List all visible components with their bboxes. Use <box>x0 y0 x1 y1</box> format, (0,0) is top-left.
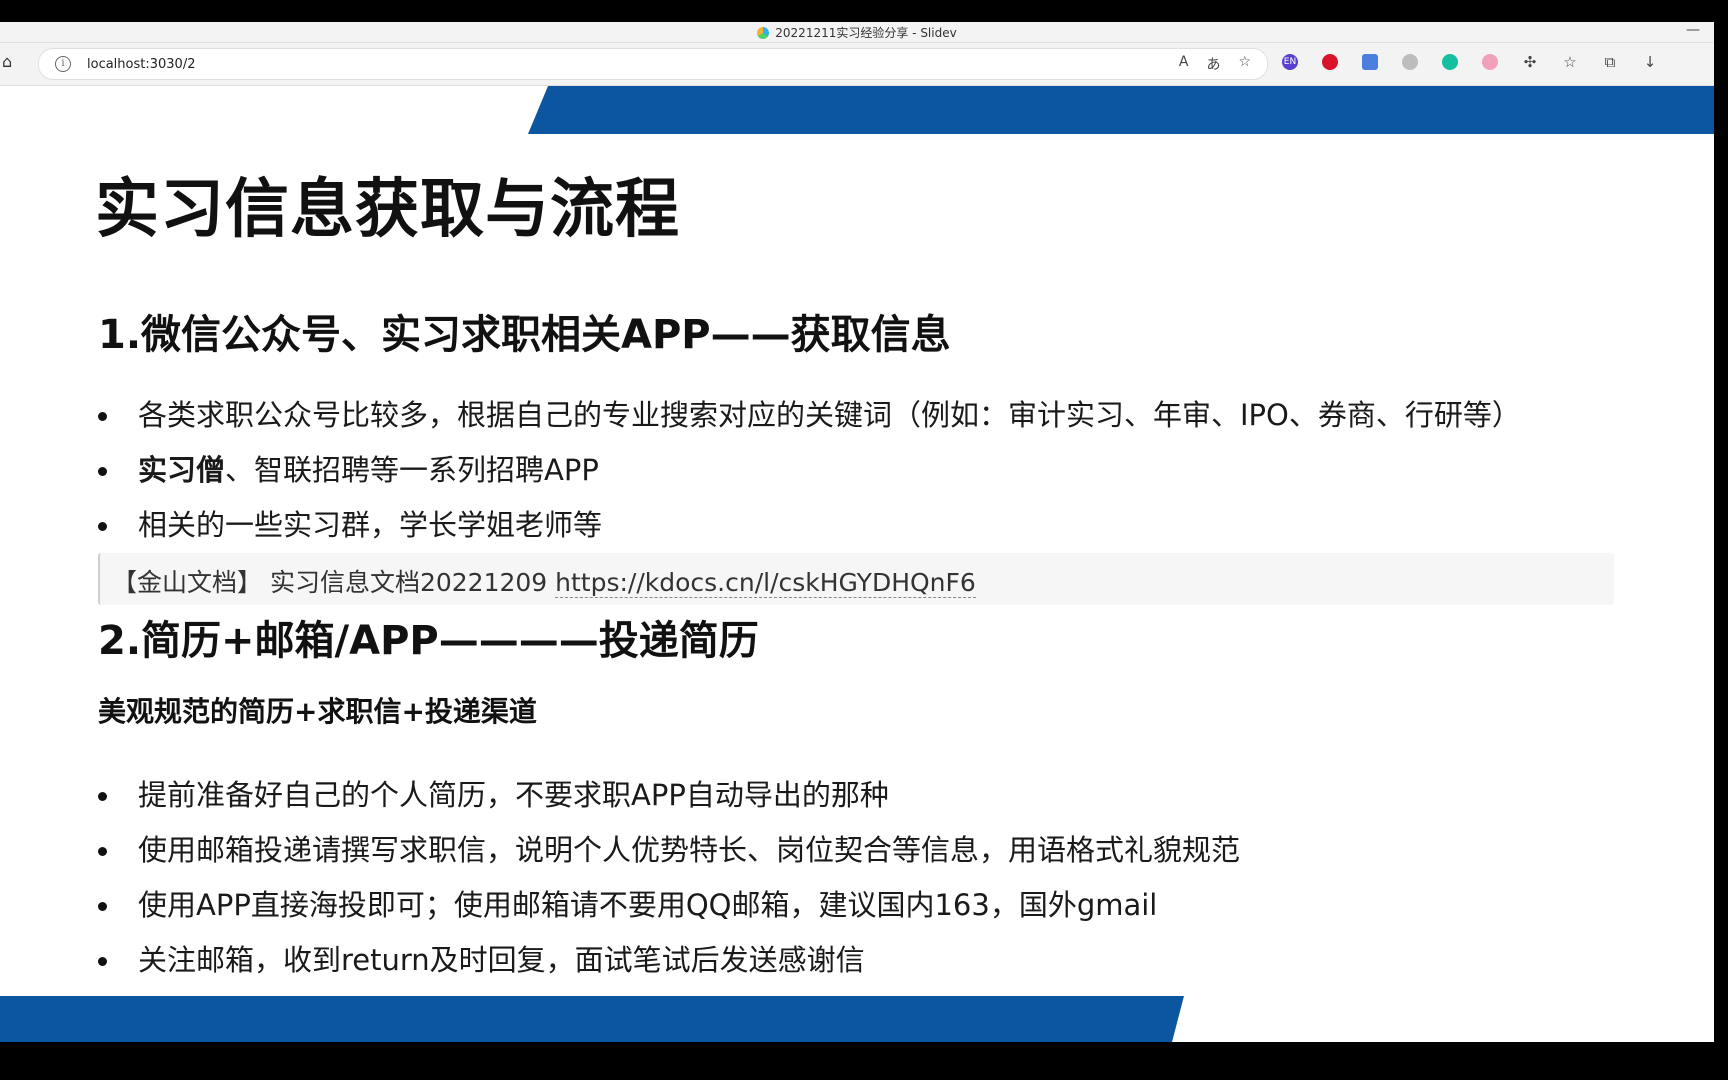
top-blue-band <box>528 86 1714 134</box>
grey-extension-icon[interactable] <box>1402 54 1418 70</box>
slide-title: 实习信息获取与流程 <box>95 173 680 247</box>
window-title: 20221211实习经验分享 - Slidev <box>775 26 957 40</box>
read-aloud-icon[interactable]: A <box>1179 54 1189 74</box>
slide-canvas: 实习信息获取与流程 1.微信公众号、实习求职相关APP——获取信息 各类求职公众… <box>0 86 1714 1042</box>
favorites-icon[interactable]: ☆ <box>1562 54 1578 70</box>
bird-extension-icon[interactable] <box>1362 54 1378 70</box>
minimize-button[interactable]: — <box>1686 22 1700 38</box>
section-1-heading: 1.微信公众号、实习求职相关APP——获取信息 <box>98 312 951 358</box>
list-item-text: 关注邮箱，收到return及时回复，面试笔试后发送感谢信 <box>138 943 865 977</box>
quote-text: 【金山文档】 实习信息文档20221209 https://kdocs.cn/l… <box>112 563 976 599</box>
opera-extension-icon[interactable] <box>1322 54 1338 70</box>
bullet-icon <box>98 902 107 911</box>
list-item-text: 各类求职公众号比较多，根据自己的专业搜索对应的关键词（例如：审计实习、年审、IP… <box>138 398 1521 432</box>
doc-link-quote: 【金山文档】 实习信息文档20221209 https://kdocs.cn/l… <box>98 553 1614 605</box>
list-item: 相关的一些实习群，学长学姐老师等 <box>98 498 1521 553</box>
list-item: 使用邮箱投递请撰写求职信，说明个人优势特长、岗位契合等信息，用语格式礼貌规范 <box>98 823 1240 878</box>
download-icon[interactable]: ↓ <box>1642 54 1658 70</box>
list-item: 关注邮箱，收到return及时回复，面试笔试后发送感谢信 <box>98 933 1240 988</box>
translate-icon[interactable]: あ <box>1206 54 1220 74</box>
window-title-wrap: 20221211实习经验分享 - Slidev <box>0 24 1714 41</box>
info-sources-list: 各类求职公众号比较多，根据自己的专业搜索对应的关键词（例如：审计实习、年审、IP… <box>98 388 1521 553</box>
browser-window: 20221211实习经验分享 - Slidev — ⌂ i A あ ☆ EN <box>0 22 1714 1042</box>
list-item-text: 使用邮箱投递请撰写求职信，说明个人优势特长、岗位契合等信息，用语格式礼貌规范 <box>138 833 1241 867</box>
teal-extension-icon[interactable] <box>1442 54 1458 70</box>
address-bar-actions: A あ ☆ <box>1179 54 1251 74</box>
address-bar[interactable]: i A あ ☆ <box>38 48 1268 80</box>
collections-icon[interactable]: ⧉ <box>1602 54 1618 70</box>
list-item: 使用APP直接海投即可；使用邮箱请不要用QQ邮箱，建议国内163，国外gmail <box>98 878 1240 933</box>
browser-toolbar: ⌂ i A あ ☆ EN ✣ ☆ ⧉ ↓ <box>0 43 1714 86</box>
bullet-icon <box>98 957 107 966</box>
bullet-icon <box>98 792 107 801</box>
pink-extension-icon[interactable] <box>1482 54 1498 70</box>
list-item-bold-text: 实习僧 <box>138 453 226 487</box>
info-icon[interactable]: i <box>55 56 71 72</box>
title-bar: 20221211实习经验分享 - Slidev — <box>0 22 1714 43</box>
home-icon[interactable]: ⌂ <box>2 54 18 70</box>
kdocs-link[interactable]: https://kdocs.cn/l/cskHGYDHQnF6 <box>555 568 976 598</box>
url-input[interactable] <box>85 53 989 75</box>
resume-tips-list: 提前准备好自己的个人简历，不要求职APP自动导出的那种 使用邮箱投递请撰写求职信… <box>98 768 1240 988</box>
bullet-icon <box>98 412 107 421</box>
screen-frame: 20221211实习经验分享 - Slidev — ⌂ i A あ ☆ EN <box>0 0 1728 1080</box>
extension-icons: EN ✣ ☆ ⧉ ↓ <box>1282 54 1658 70</box>
section-2-heading: 2.简历+邮箱/APP————投递简历 <box>98 618 759 664</box>
list-item-text: 相关的一些实习群，学长学姐老师等 <box>138 508 603 542</box>
bottom-blue-band <box>0 996 1184 1042</box>
list-item: 提前准备好自己的个人简历，不要求职APP自动导出的那种 <box>98 768 1240 823</box>
bullet-icon <box>98 522 107 531</box>
translate-extension-icon[interactable]: EN <box>1282 54 1298 70</box>
bullet-icon <box>98 847 107 856</box>
quote-prefix: 【金山文档】 实习信息文档20221209 <box>112 568 556 597</box>
list-item-text: 提前准备好自己的个人简历，不要求职APP自动导出的那种 <box>138 778 889 812</box>
edge-favicon-icon <box>757 27 770 39</box>
list-item-text: 、智联招聘等一系列招聘APP <box>225 453 599 487</box>
puzzle-extensions-icon[interactable]: ✣ <box>1522 54 1538 70</box>
favorite-star-icon[interactable]: ☆ <box>1238 54 1251 74</box>
list-item: 实习僧、智联招聘等一系列招聘APP <box>98 443 1521 498</box>
bullet-icon <box>98 467 107 476</box>
section-2-subheading: 美观规范的简历+求职信+投递渠道 <box>98 695 537 728</box>
list-item: 各类求职公众号比较多，根据自己的专业搜索对应的关键词（例如：审计实习、年审、IP… <box>98 388 1521 443</box>
list-item-text: 使用APP直接海投即可；使用邮箱请不要用QQ邮箱，建议国内163，国外gmail <box>138 888 1158 922</box>
